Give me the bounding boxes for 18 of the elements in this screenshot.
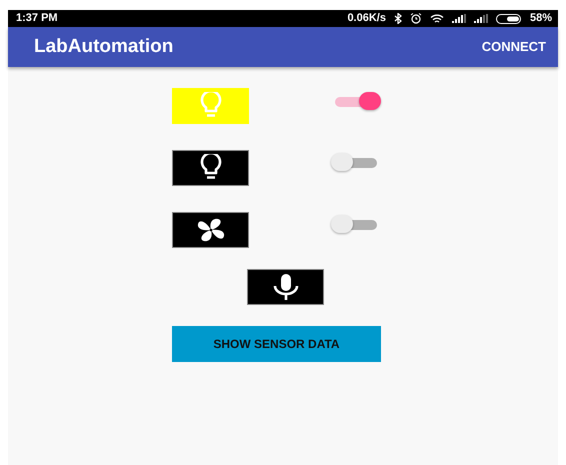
- battery-percentage: 58%: [530, 11, 552, 26]
- status-time: 1:37 PM: [16, 11, 58, 26]
- bluetooth-icon: [394, 13, 402, 24]
- signal-icon: [452, 14, 466, 23]
- wifi-icon: [430, 14, 444, 24]
- network-speed: 0.06K/s: [347, 11, 386, 26]
- battery-icon: [496, 14, 522, 24]
- signal-icon: [474, 14, 488, 23]
- app-title: LabAutomation: [34, 34, 174, 59]
- show-sensor-data-button[interactable]: SHOW SENSOR DATA: [172, 326, 381, 362]
- lightbulb-icon: [198, 154, 222, 182]
- microphone-icon: [270, 273, 300, 301]
- connect-button[interactable]: CONNECT: [482, 37, 546, 57]
- device-icon-tile[interactable]: [172, 150, 249, 186]
- alarm-icon: [410, 13, 422, 24]
- device-icon-tile[interactable]: [172, 212, 249, 248]
- lightbulb-icon: [198, 92, 222, 120]
- microphone-tile[interactable]: [247, 269, 324, 305]
